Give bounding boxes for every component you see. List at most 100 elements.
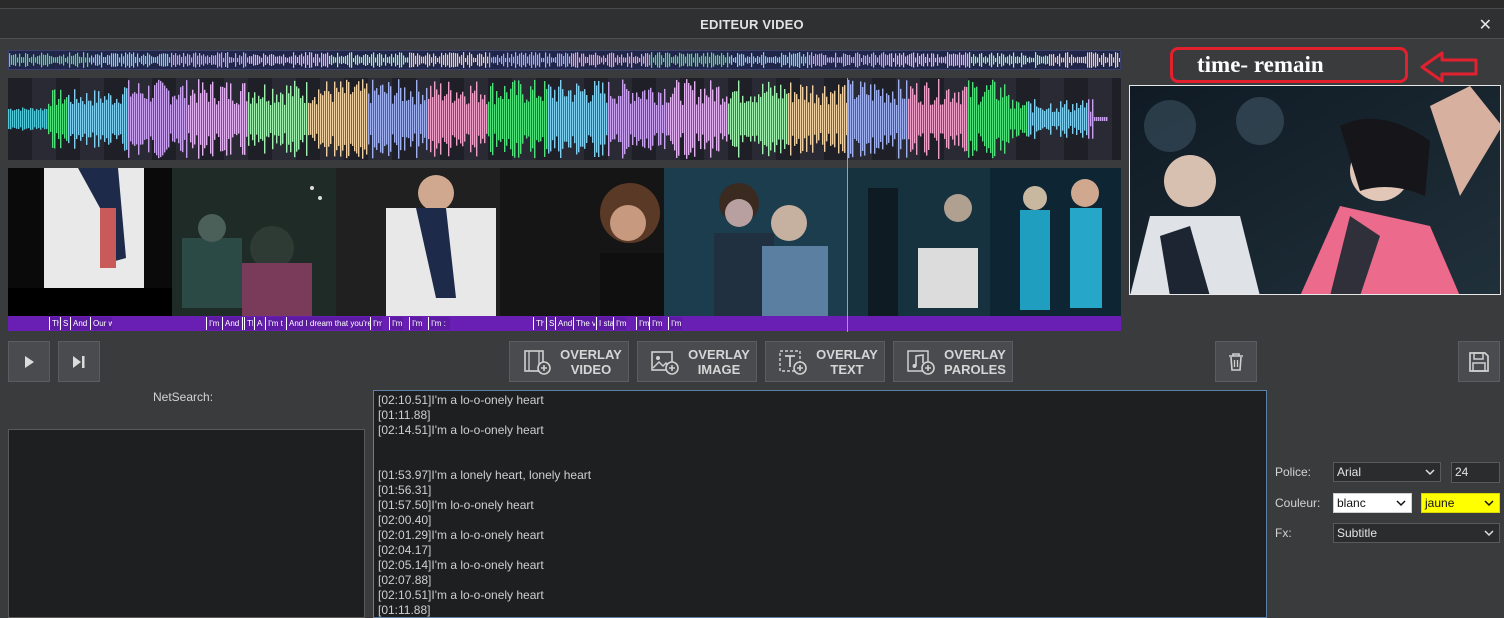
- waveform-bar: [448, 81, 450, 157]
- lyric-chunk[interactable]: I'm: [389, 317, 403, 330]
- waveform-bar: [520, 84, 522, 154]
- lyric-chunk[interactable]: Ar: [254, 317, 263, 330]
- overview-bar: [815, 53, 817, 67]
- waveform-bar: [608, 81, 610, 157]
- overview-waveform[interactable]: [8, 50, 1121, 70]
- lyrics-editor[interactable]: [02:10.51]I'm a lo-o-onely heart [01:11.8…: [373, 390, 1267, 618]
- waveform-bar: [314, 97, 316, 141]
- waveform-bar: [462, 91, 464, 147]
- lyric-chunk[interactable]: I'm a lo-o-onely heart: [668, 317, 682, 330]
- lyric-chunk[interactable]: Th: [533, 317, 544, 330]
- lyric-chunk[interactable]: The v: [573, 317, 595, 330]
- waveform-bar: [322, 95, 324, 143]
- audio-waveform[interactable]: [8, 78, 1121, 160]
- overview-bar: [793, 53, 795, 67]
- overlay-text-button[interactable]: OVERLAY TEXT: [765, 341, 885, 382]
- waveform-bar: [46, 109, 48, 129]
- video-preview[interactable]: [1129, 85, 1501, 295]
- overview-bar: [983, 57, 985, 63]
- font-size-input[interactable]: 24: [1451, 462, 1500, 483]
- overview-bar: [295, 55, 297, 65]
- waveform-bar: [604, 93, 606, 145]
- waveform-bar: [732, 92, 734, 146]
- overview-bar: [193, 53, 195, 67]
- overlay-image-button[interactable]: OVERLAY IMAGE: [637, 341, 757, 382]
- delete-button[interactable]: [1215, 341, 1257, 382]
- overview-bar: [831, 56, 833, 64]
- overview-bar: [397, 55, 399, 65]
- waveform-bar: [170, 104, 172, 134]
- overview-bar: [255, 54, 257, 66]
- lyric-chunk[interactable]: Th: [49, 317, 59, 330]
- lyric-chunk[interactable]: Th: [244, 317, 253, 330]
- lyric-chunk[interactable]: I'm: [370, 317, 382, 330]
- lyric-chunk[interactable]: And: [70, 317, 90, 330]
- waveform-bar: [750, 96, 752, 142]
- overview-bar: [249, 56, 251, 64]
- waveform-bar: [584, 89, 586, 149]
- overview-bar: [343, 56, 345, 64]
- waveform-bar: [472, 93, 474, 145]
- save-button[interactable]: [1458, 341, 1500, 382]
- overview-bar: [623, 57, 625, 63]
- close-icon[interactable]: ✕: [1479, 15, 1492, 35]
- waveform-bar: [172, 96, 174, 142]
- color-secondary-select[interactable]: jaune: [1421, 493, 1500, 513]
- overview-bar: [29, 57, 31, 63]
- video-thumbnail: [990, 168, 1121, 316]
- video-thumbnail-track[interactable]: [8, 168, 1121, 316]
- waveform-bar: [316, 104, 318, 134]
- waveform-bar: [986, 85, 988, 153]
- lyric-chunk[interactable]: And: [222, 317, 241, 330]
- playhead[interactable]: [847, 78, 848, 332]
- overlay-paroles-button[interactable]: OVERLAY PAROLES: [893, 341, 1013, 382]
- fx-select[interactable]: Subtitle: [1333, 523, 1500, 543]
- lyric-chunk[interactable]: And I dream that you're: [286, 317, 370, 330]
- overview-bar: [439, 56, 441, 64]
- overview-bar: [139, 57, 141, 63]
- waveform-bar: [40, 108, 42, 130]
- font-select[interactable]: Arial: [1333, 462, 1441, 482]
- netsearch-results[interactable]: [8, 429, 365, 618]
- waveform-bar: [982, 96, 984, 142]
- lyric-chunk[interactable]: I'm: [206, 317, 223, 330]
- overview-bar: [757, 55, 759, 65]
- lyric-chunk[interactable]: I'm: [636, 317, 649, 330]
- lyric-chunk[interactable]: Our w: [90, 317, 112, 330]
- waveform-bar: [764, 93, 766, 145]
- waveform-bar: [748, 101, 750, 137]
- waveform-bar: [612, 98, 614, 140]
- overlay-video-button[interactable]: OVERLAY VIDEO: [509, 341, 629, 382]
- lyric-chunk[interactable]: I'm: [613, 317, 626, 330]
- overview-bar: [253, 54, 255, 66]
- overview-bar: [199, 53, 201, 67]
- lyrics-line: [01:11.88]: [378, 603, 431, 617]
- waveform-bar: [704, 88, 706, 150]
- lyric-chunk[interactable]: I'm: [649, 317, 662, 330]
- overview-bar: [601, 57, 603, 63]
- lyric-chunk[interactable]: S: [546, 317, 555, 330]
- lyric-chunk[interactable]: I'm :: [428, 317, 450, 330]
- waveform-bar: [274, 102, 276, 136]
- overview-bar: [609, 53, 611, 67]
- lyric-chunk[interactable]: I'm: [409, 317, 422, 330]
- waveform-bar: [806, 86, 808, 152]
- waveform-bar: [16, 109, 18, 129]
- overview-bar: [795, 53, 797, 67]
- skip-forward-button[interactable]: [58, 341, 100, 382]
- overview-bar: [259, 56, 261, 64]
- overview-bar: [1045, 55, 1047, 65]
- waveform-bar: [498, 97, 500, 141]
- overview-bar: [783, 54, 785, 66]
- overview-bar: [461, 54, 463, 66]
- overview-bar: [699, 57, 701, 63]
- lyric-chunk[interactable]: S: [60, 317, 70, 330]
- lyrics-track[interactable]: ThSAndOur wI'mAndIThArI'm tAnd I dream t…: [8, 316, 1121, 331]
- play-button[interactable]: [8, 341, 50, 382]
- lyric-chunk[interactable]: I sta: [596, 317, 614, 330]
- trash-icon: [1229, 352, 1243, 371]
- color-primary-select[interactable]: blanc: [1333, 493, 1412, 513]
- lyric-chunk[interactable]: I'm t: [265, 317, 284, 330]
- waveform-bar: [828, 104, 830, 134]
- lyric-chunk[interactable]: And: [555, 317, 575, 330]
